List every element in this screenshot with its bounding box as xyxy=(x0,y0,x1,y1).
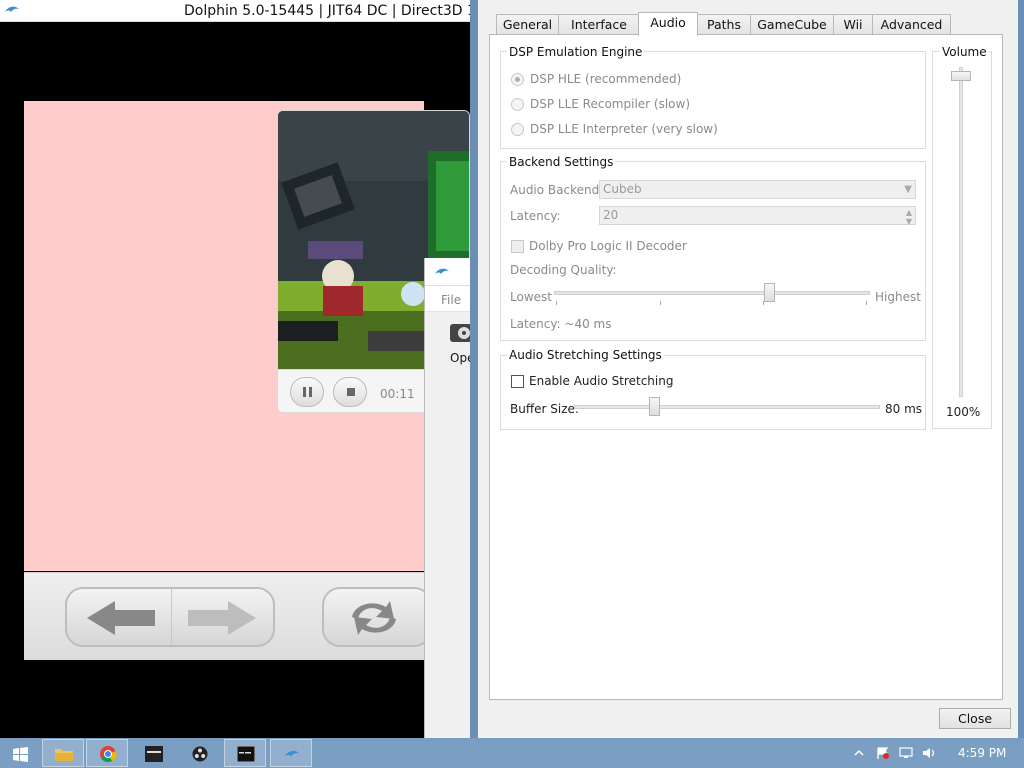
network-icon[interactable] xyxy=(899,747,913,759)
menu-file[interactable]: File xyxy=(441,293,461,307)
arrow-left-icon xyxy=(87,601,155,635)
volume-title: Volume xyxy=(940,45,989,59)
start-button[interactable] xyxy=(0,739,40,767)
tab-general[interactable]: General xyxy=(496,14,559,35)
reload-button[interactable] xyxy=(322,587,432,647)
dolby-checkbox[interactable] xyxy=(511,240,524,253)
buffer-size-value: 80 ms xyxy=(885,402,923,416)
show-hidden-icons-icon[interactable] xyxy=(852,747,866,759)
quality-slider-thumb[interactable] xyxy=(764,283,775,302)
buffer-size-slider[interactable] xyxy=(574,397,880,419)
decoding-quality-label: Decoding Quality: xyxy=(510,263,617,277)
tab-gamecube[interactable]: GameCube xyxy=(750,14,834,35)
tab-interface[interactable]: Interface xyxy=(558,14,640,35)
dsp-lle-interpreter-radio[interactable] xyxy=(511,123,524,136)
quality-highest-label: Highest xyxy=(875,290,921,304)
slider-tick xyxy=(556,301,557,305)
spin-down-icon[interactable]: ▼ xyxy=(906,213,912,230)
tab-audio[interactable]: Audio xyxy=(638,12,698,36)
browser-nav-bar xyxy=(24,572,432,660)
buffer-slider-track xyxy=(574,405,880,409)
dolby-label: Dolby Pro Logic II Decoder xyxy=(529,239,687,253)
slider-tick xyxy=(763,301,764,305)
audio-backend-select[interactable]: Cubeb ▼ xyxy=(599,180,916,199)
volume-slider[interactable] xyxy=(950,67,972,403)
decoding-latency-readout: Latency: ~40 ms xyxy=(510,317,612,331)
forward-button[interactable] xyxy=(171,589,275,645)
dsp-lle-recompiler-radio[interactable] xyxy=(511,98,524,111)
pause-button[interactable] xyxy=(290,377,324,407)
audio-backend-value: Cubeb xyxy=(603,182,642,196)
audio-tab-page: DSP Emulation Engine DSP HLE (recommende… xyxy=(489,34,1003,700)
tab-paths[interactable]: Paths xyxy=(697,14,751,35)
volume-value: 100% xyxy=(946,405,981,419)
taskbar-dolphin[interactable] xyxy=(270,739,312,767)
quality-slider-track xyxy=(554,291,870,295)
taskbar-clock[interactable]: 4:59 PM xyxy=(958,746,1006,760)
slider-tick xyxy=(866,301,867,305)
dolphin-icon xyxy=(435,268,449,274)
folder-icon xyxy=(55,749,73,761)
taskbar-command-prompt[interactable] xyxy=(224,739,266,767)
latency-spinbox[interactable]: 20 ▲ ▼ xyxy=(599,206,916,226)
stop-icon xyxy=(347,388,355,396)
decoding-quality-slider[interactable] xyxy=(554,283,870,313)
taskbar-obs[interactable] xyxy=(178,739,220,767)
dolphin-icon xyxy=(5,6,19,12)
volume-slider-track xyxy=(959,67,963,397)
slider-tick xyxy=(660,301,661,305)
latency-label: Latency: xyxy=(510,209,561,223)
tab-wii[interactable]: Wii xyxy=(833,14,873,35)
dsp-lle-recompiler-label: DSP LLE Recompiler (slow) xyxy=(530,97,691,111)
dsp-engine-title: DSP Emulation Engine xyxy=(507,45,645,59)
config-dialog: General Interface Audio Paths GameCube W… xyxy=(470,0,1024,748)
video-time: 00:11 xyxy=(380,387,415,401)
latency-value: 20 xyxy=(603,208,619,222)
game-window-title: Dolphin 5.0-15445 | JIT64 DC | Direct3D … xyxy=(184,3,485,19)
dsp-lle-interpreter-label: DSP LLE Interpreter (very slow) xyxy=(530,122,718,136)
start-app-icon xyxy=(145,746,163,762)
buffer-size-label: Buffer Size: xyxy=(510,402,579,416)
close-button[interactable]: Close xyxy=(939,708,1011,729)
taskbar: 4:59 PM xyxy=(0,738,1024,768)
chrome-icon xyxy=(100,746,117,763)
dsp-hle-label: DSP HLE (recommended) xyxy=(530,72,682,86)
volume-slider-thumb[interactable] xyxy=(951,71,971,81)
audio-stretching-title: Audio Stretching Settings xyxy=(507,348,664,362)
chevron-down-icon: ▼ xyxy=(904,184,912,195)
reload-icon xyxy=(352,601,396,635)
enable-stretching-label: Enable Audio Stretching xyxy=(529,374,674,388)
volume-icon[interactable] xyxy=(922,747,936,759)
dsp-hle-radio[interactable] xyxy=(511,73,524,86)
taskbar-file-explorer[interactable] xyxy=(42,739,84,767)
tab-advanced[interactable]: Advanced xyxy=(872,14,951,35)
game-window: Dolphin 5.0-15445 | JIT64 DC | Direct3D … xyxy=(0,0,485,738)
action-center-flag-icon[interactable] xyxy=(876,747,890,759)
backend-settings-title: Backend Settings xyxy=(507,155,616,169)
dolphin-icon xyxy=(284,750,300,757)
config-dialog-body: General Interface Audio Paths GameCube W… xyxy=(478,0,1018,740)
taskbar-start-app[interactable] xyxy=(132,739,174,767)
cmd-icon xyxy=(237,746,255,762)
windows-logo-icon xyxy=(13,747,28,762)
enable-stretching-checkbox[interactable] xyxy=(511,375,524,388)
obs-icon xyxy=(192,746,208,762)
quality-lowest-label: Lowest xyxy=(510,290,552,304)
back-button[interactable] xyxy=(67,589,171,645)
taskbar-chrome[interactable] xyxy=(86,739,128,767)
audio-backend-label: Audio Backend: xyxy=(510,183,604,197)
stop-button[interactable] xyxy=(333,377,367,407)
buffer-slider-thumb[interactable] xyxy=(649,397,660,416)
game-titlebar[interactable]: Dolphin 5.0-15445 | JIT64 DC | Direct3D … xyxy=(0,0,485,22)
arrow-right-icon xyxy=(188,601,256,635)
back-forward-pill xyxy=(65,587,275,647)
pause-icon xyxy=(303,387,312,397)
